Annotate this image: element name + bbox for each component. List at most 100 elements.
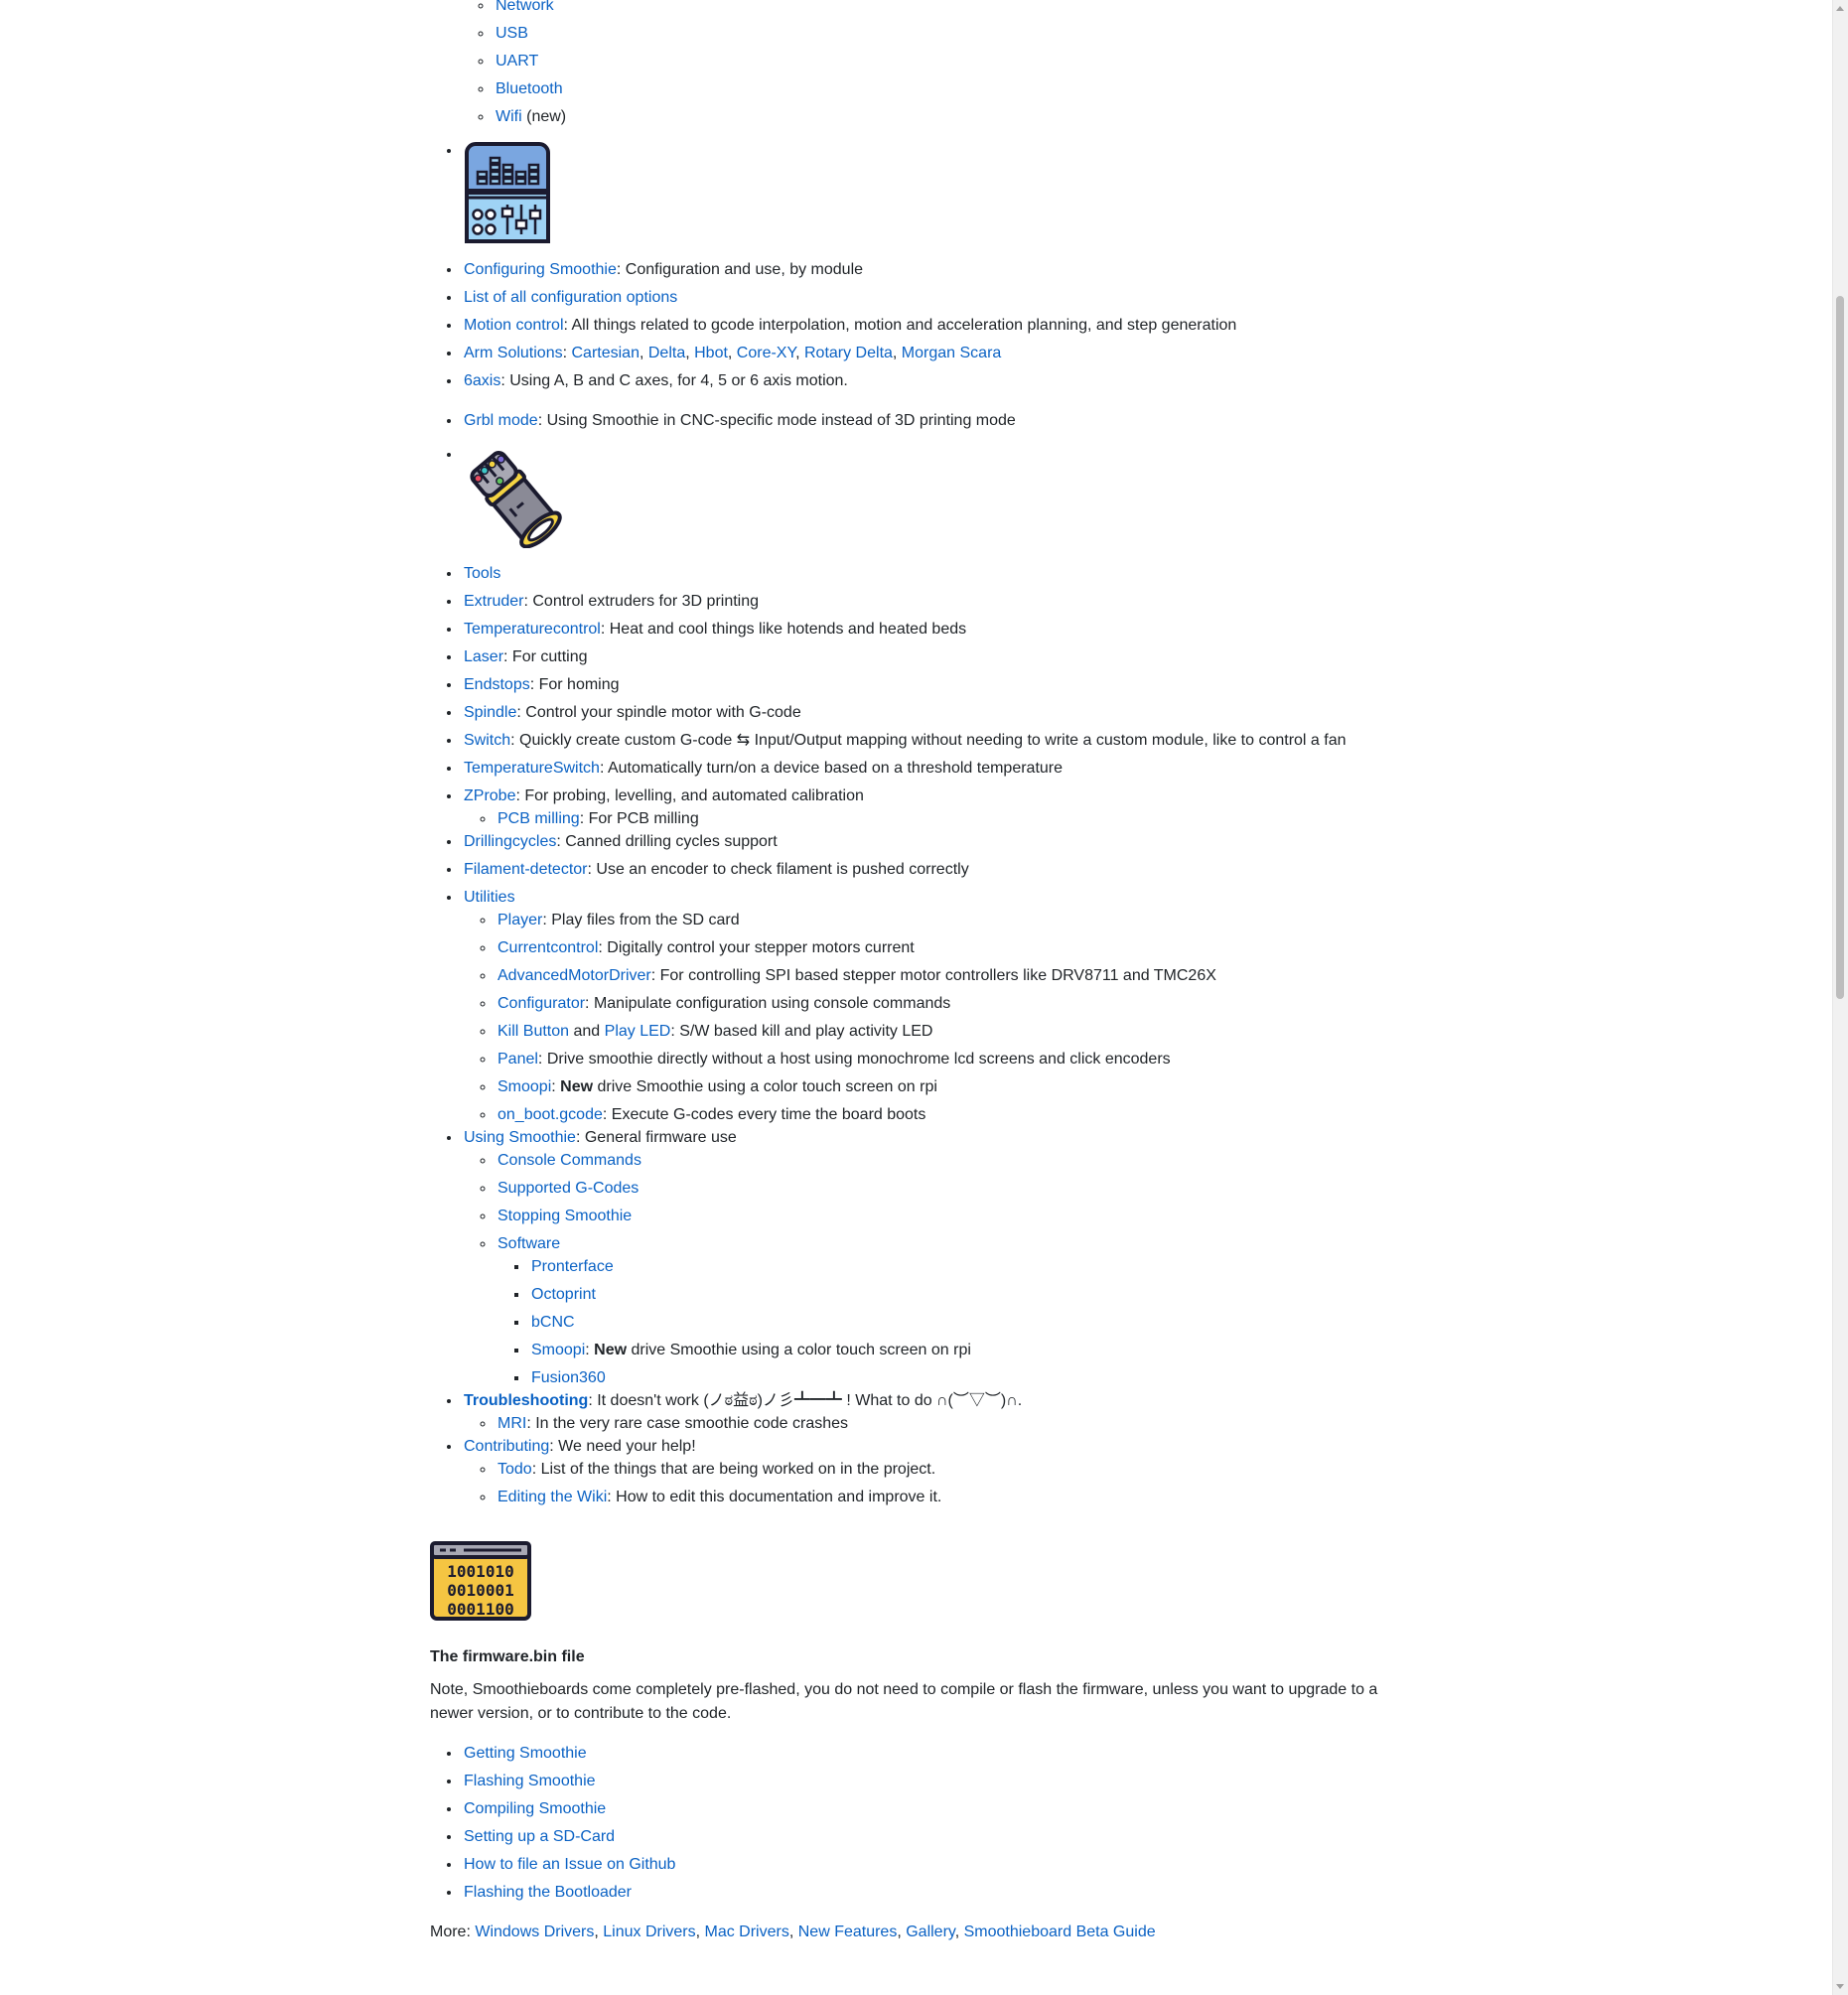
link-pronterface[interactable]: Pronterface xyxy=(531,1258,614,1275)
link-6axis[interactable]: 6axis xyxy=(464,372,500,389)
link-flashing-smoothie[interactable]: Flashing Smoothie xyxy=(464,1773,596,1789)
link-play-led[interactable]: Play LED xyxy=(605,1023,671,1040)
item-description: : Digitally control your stepper motors … xyxy=(598,939,915,956)
link-advancedmotordriver[interactable]: AdvancedMotorDriver xyxy=(498,967,651,984)
link-temperaturecontrol[interactable]: Temperaturecontrol xyxy=(464,621,601,638)
link-motion-control[interactable]: Motion control xyxy=(464,317,564,334)
vertical-scrollbar[interactable] xyxy=(1832,0,1848,1995)
link-wifi[interactable]: Wifi xyxy=(496,108,522,125)
item-description: : We need your help! xyxy=(549,1438,696,1455)
binary-line-2: 0010001 xyxy=(447,1581,513,1600)
link-getting-smoothie[interactable]: Getting Smoothie xyxy=(464,1745,587,1762)
link-network[interactable]: Network xyxy=(496,0,554,14)
link-extruder[interactable]: Extruder xyxy=(464,593,523,610)
link-contributing[interactable]: Contributing xyxy=(464,1438,549,1455)
link-compiling-smoothie[interactable]: Compiling Smoothie xyxy=(464,1800,606,1817)
link-kill-button[interactable]: Kill Button xyxy=(498,1023,569,1040)
link-laser[interactable]: Laser xyxy=(464,648,503,665)
link-usb[interactable]: USB xyxy=(496,25,528,42)
link-fusion360[interactable]: Fusion360 xyxy=(531,1369,606,1386)
new-badge: New xyxy=(560,1078,594,1095)
link-pcb-milling[interactable]: PCB milling xyxy=(498,810,580,827)
item-description: : All things related to gcode interpolat… xyxy=(563,317,1237,334)
link-file-issue[interactable]: How to file an Issue on Github xyxy=(464,1856,675,1873)
link-mri[interactable]: MRI xyxy=(498,1415,526,1432)
link-drillingcycles[interactable]: Drillingcycles xyxy=(464,833,556,850)
wifi-new-label: (new) xyxy=(526,108,567,125)
link-linux-drivers[interactable]: Linux Drivers xyxy=(603,1924,695,1940)
link-cartesian[interactable]: Cartesian xyxy=(571,345,639,361)
link-software[interactable]: Software xyxy=(498,1235,560,1252)
link-endstops[interactable]: Endstops xyxy=(464,676,530,693)
binary-code-icon: 1001010 0010001 0001100 xyxy=(430,1541,531,1621)
link-smoopi-software[interactable]: Smoopi xyxy=(531,1342,585,1358)
link-arm-solutions[interactable]: Arm Solutions xyxy=(464,345,563,361)
link-panel[interactable]: Panel xyxy=(498,1051,538,1068)
link-todo[interactable]: Todo xyxy=(498,1461,532,1478)
link-filament-detector[interactable]: Filament-detector xyxy=(464,861,588,878)
item-description: : In the very rare case smoothie code cr… xyxy=(526,1415,849,1432)
mixing-console-icon xyxy=(465,142,550,243)
link-core-xy[interactable]: Core-XY xyxy=(737,345,795,361)
link-rotary-delta[interactable]: Rotary Delta xyxy=(804,345,893,361)
link-grbl-mode[interactable]: Grbl mode xyxy=(464,412,538,429)
scrollbar-thumb[interactable] xyxy=(1836,296,1844,999)
item-description: : Canned drilling cycles support xyxy=(556,833,778,850)
list-item: Wifi (new) xyxy=(494,103,1393,131)
link-stopping-smoothie[interactable]: Stopping Smoothie xyxy=(498,1208,632,1224)
link-spindle[interactable]: Spindle xyxy=(464,704,516,721)
link-editing-wiki[interactable]: Editing the Wiki xyxy=(498,1489,607,1505)
link-bluetooth[interactable]: Bluetooth xyxy=(496,80,563,97)
link-bcnc[interactable]: bCNC xyxy=(531,1314,575,1331)
link-currentcontrol[interactable]: Currentcontrol xyxy=(498,939,598,956)
link-beta-guide[interactable]: Smoothieboard Beta Guide xyxy=(964,1924,1156,1940)
scroll-up-arrow-icon[interactable] xyxy=(1836,6,1844,11)
list-item: ZProbe: For probing, levelling, and auto… xyxy=(462,783,1393,833)
list-item: Pronterface xyxy=(529,1253,1393,1281)
list-item: Arm Solutions: Cartesian, Delta, Hbot, C… xyxy=(462,340,1393,367)
link-zprobe[interactable]: ZProbe xyxy=(464,787,515,804)
item-description: : For probing, levelling, and automated … xyxy=(515,787,864,804)
link-morgan-scara[interactable]: Morgan Scara xyxy=(902,345,1002,361)
list-item: Todo: List of the things that are being … xyxy=(496,1456,1393,1484)
link-troubleshooting[interactable]: Troubleshooting xyxy=(464,1392,588,1409)
item-description: : Use an encoder to check filament is pu… xyxy=(587,861,969,878)
item-description: : Drive smoothie directly without a host… xyxy=(537,1051,1171,1068)
link-console-commands[interactable]: Console Commands xyxy=(498,1152,641,1169)
link-temperatureswitch[interactable]: TemperatureSwitch xyxy=(464,760,600,777)
link-utilities[interactable]: Utilities xyxy=(464,889,515,906)
link-smoopi[interactable]: Smoopi xyxy=(498,1078,551,1095)
item-description: : Control extruders for 3D printing xyxy=(523,593,760,610)
link-new-features[interactable]: New Features xyxy=(798,1924,898,1940)
link-gallery[interactable]: Gallery xyxy=(906,1924,955,1940)
link-flashing-bootloader[interactable]: Flashing the Bootloader xyxy=(464,1884,632,1901)
item-description: : For controlling SPI based stepper moto… xyxy=(650,967,1216,984)
link-switch[interactable]: Switch xyxy=(464,732,510,749)
link-configurator[interactable]: Configurator xyxy=(498,995,585,1012)
link-configuring-smoothie[interactable]: Configuring Smoothie xyxy=(464,261,617,278)
firmware-heading: The firmware.bin file xyxy=(430,1648,585,1665)
link-configuration-options[interactable]: List of all configuration options xyxy=(464,289,677,306)
item-description: : It doesn't work (ノಠ益ಠ)ノ彡┻━┻ ! What to … xyxy=(588,1392,1023,1409)
list-item: bCNC xyxy=(529,1309,1393,1337)
list-item: Supported G-Codes xyxy=(496,1175,1393,1203)
more-links: More: Windows Drivers, Linux Drivers, Ma… xyxy=(430,1924,1156,1940)
utilities-sublist: Player: Play files from the SD card Curr… xyxy=(464,907,1393,1129)
link-on-boot-gcode[interactable]: on_boot.gcode xyxy=(498,1106,603,1123)
link-supported-gcodes[interactable]: Supported G-Codes xyxy=(498,1180,639,1197)
link-player[interactable]: Player xyxy=(498,912,542,928)
link-tools[interactable]: Tools xyxy=(464,565,500,582)
link-sd-card[interactable]: Setting up a SD-Card xyxy=(464,1828,615,1845)
item-description: : General firmware use xyxy=(575,1129,737,1146)
link-mac-drivers[interactable]: Mac Drivers xyxy=(705,1924,789,1940)
scroll-down-arrow-icon[interactable] xyxy=(1836,1984,1844,1989)
list-item: Troubleshooting: It doesn't work (ノಠ益ಠ)ノ… xyxy=(462,1387,1393,1438)
link-delta[interactable]: Delta xyxy=(648,345,685,361)
link-octoprint[interactable]: Octoprint xyxy=(531,1286,596,1303)
item-description: : Configuration and use, by module xyxy=(616,261,864,278)
link-hbot[interactable]: Hbot xyxy=(694,345,728,361)
link-windows-drivers[interactable]: Windows Drivers xyxy=(475,1924,594,1940)
link-uart[interactable]: UART xyxy=(496,53,538,70)
link-using-smoothie[interactable]: Using Smoothie xyxy=(464,1129,576,1146)
separator: : xyxy=(585,1342,595,1358)
